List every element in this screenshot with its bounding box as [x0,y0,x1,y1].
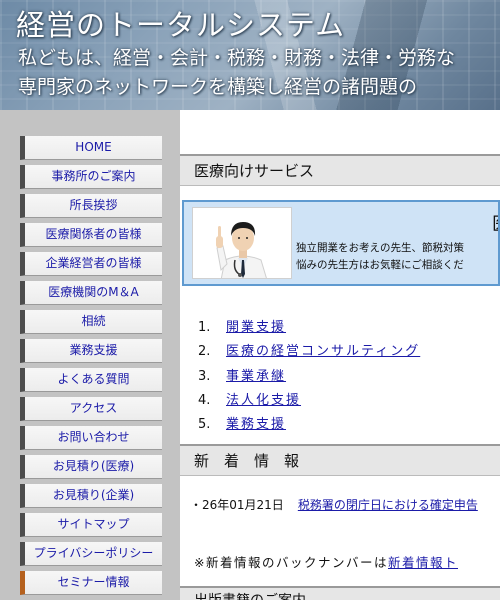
nav-faq[interactable]: よくある質問 [20,368,162,392]
service-link-support[interactable]: 業務支援 [226,417,286,432]
nav-office-guide[interactable]: 事務所のご案内 [20,165,162,189]
service-item: 3. 事業承継 [198,365,286,384]
service-link-consulting[interactable]: 医療の経営コンサルティング [226,344,420,359]
news-link[interactable]: 税務署の閉庁日における確定申告 [298,498,478,512]
archive-link[interactable]: 新着情報ト [388,555,458,570]
banner-tagline-1: 私どもは、経営・会計・税務・財務・法律・労務な [18,47,456,69]
nav-access[interactable]: アクセス [20,397,162,421]
sidebar-nav: HOME 事務所のご案内 所長挨拶 医療関係者の皆様 企業経営者の皆様 医療機関… [0,110,180,600]
feature-text-2: 悩みの先生方はお気軽にご相談くだ [296,259,464,271]
feature-heading: 医 [492,210,498,236]
news-date: ・26年01月21日 [190,498,284,512]
service-link-opening[interactable]: 開業支援 [226,320,286,335]
nav-greeting[interactable]: 所長挨拶 [20,194,162,218]
nav-home[interactable]: HOME [20,136,162,160]
nav-privacy[interactable]: プライバシーポリシー [20,542,162,566]
doctor-photo [192,207,292,279]
banner-tagline-2: 専門家のネットワークを構築し経営の諸問題の [18,76,418,98]
site-title: 経営のトータルシステム [16,8,346,42]
service-number: 3. [198,369,211,384]
service-number: 4. [198,393,211,408]
service-link-succession[interactable]: 事業承継 [226,369,286,384]
main-content: 医療向けサービス 独立開業をお考えの先生、節税対策 悩みの先生方はお気軽にご相談… [180,110,500,600]
service-item: 2. 医療の経営コンサルティング [198,340,420,359]
nav-business[interactable]: 企業経営者の皆様 [20,252,162,276]
nav-medical[interactable]: 医療関係者の皆様 [20,223,162,247]
news-header: 新 着 情 報 [180,444,500,476]
service-number: 2. [198,344,211,359]
news-archive-note: ※新着情報のバックナンバーは新着情報ト [194,552,458,571]
books-header: 出版書籍のご案内 [180,586,500,600]
nav-contact[interactable]: お問い合わせ [20,426,162,450]
nav-support[interactable]: 業務支援 [20,339,162,363]
nav-estimate-business[interactable]: お見積り(企業) [20,484,162,508]
nav-seminar[interactable]: セミナー情報 [20,571,162,595]
service-item: 5. 業務支援 [198,413,286,432]
medical-feature-box: 医 独立開業をお考えの先生、節税対策 悩みの先生方はお気軽にご相談くだ [182,200,500,286]
header-banner: 経営のトータルシステム 私どもは、経営・会計・税務・財務・法律・労務な 専門家の… [0,0,500,110]
news-item: ・26年01月21日 税務署の閉庁日における確定申告 [190,496,478,513]
nav-inheritance[interactable]: 相続 [20,310,162,334]
service-item: 4. 法人化支援 [198,389,301,408]
service-link-incorporation[interactable]: 法人化支援 [226,393,301,408]
nav-sitemap[interactable]: サイトマップ [20,513,162,537]
nav-estimate-medical[interactable]: お見積り(医療) [20,455,162,479]
service-number: 5. [198,417,211,432]
feature-text-1: 独立開業をお考えの先生、節税対策 [296,242,464,254]
section-title-medical: 医療向けサービス [180,154,500,186]
service-number: 1. [198,320,211,335]
nav-ma[interactable]: 医療機関のM＆A [20,281,162,305]
service-item: 1. 開業支援 [198,316,286,335]
archive-text: ※新着情報のバックナンバーは [194,555,388,570]
